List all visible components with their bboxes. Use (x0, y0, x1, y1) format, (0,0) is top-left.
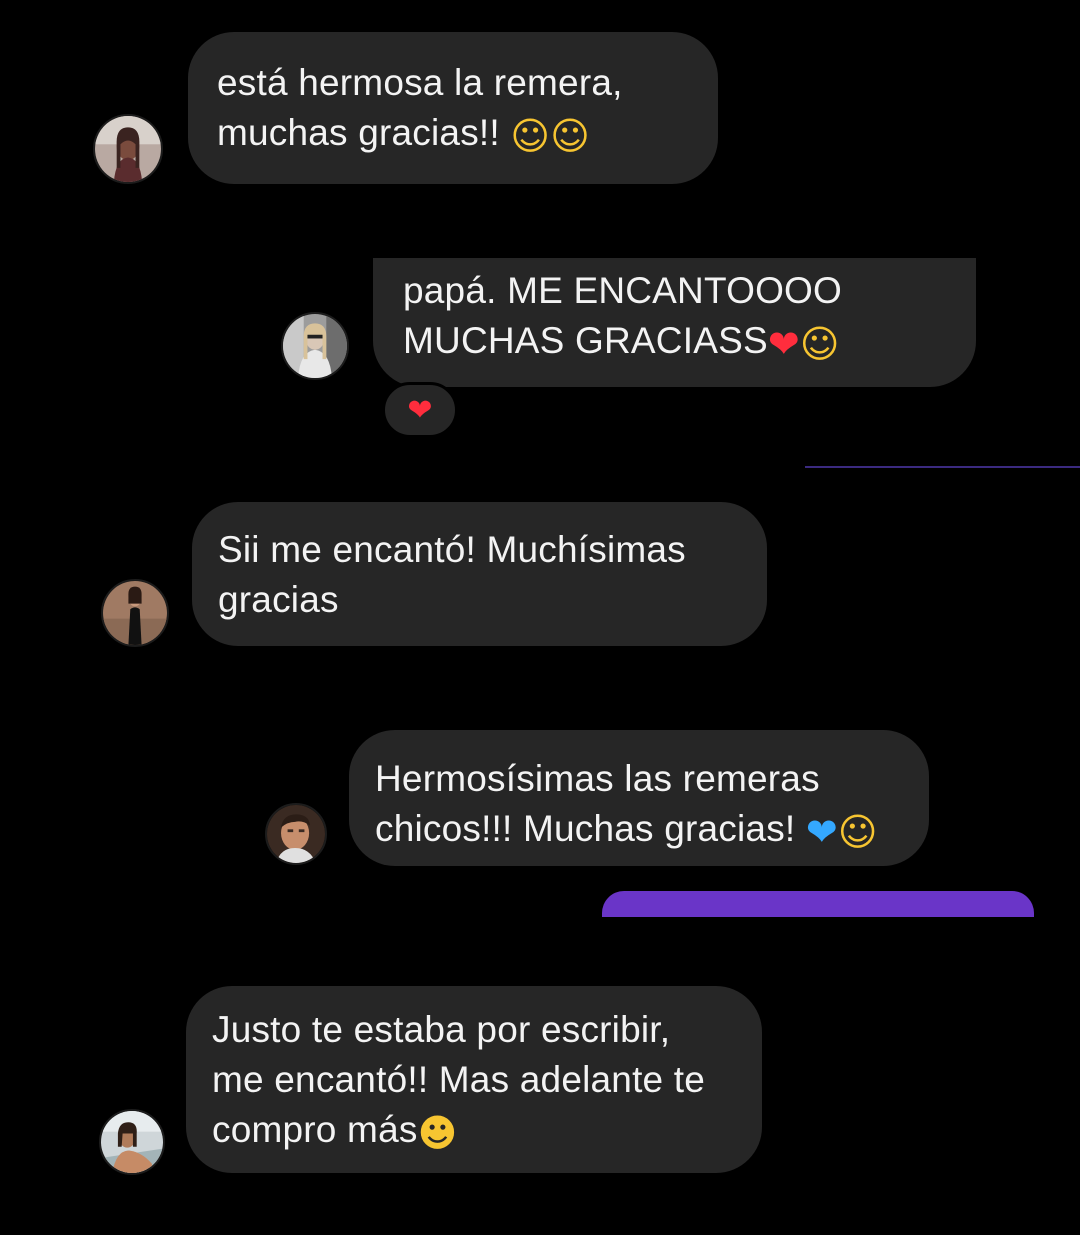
smiling-face-with-hearts-icon: ☺ (510, 114, 551, 158)
smiling-face-with-hearts-icon: ☺ (550, 114, 591, 158)
message-text: me encantó!! Mas adelante te (212, 1059, 706, 1100)
message-text: papá. ME ENCANTOOOO (403, 270, 843, 311)
message-text: chicos!!! Muchas gracias! (375, 808, 796, 849)
message-text: Justo te estaba por escribir, (212, 1009, 671, 1050)
avatar[interactable] (99, 1109, 165, 1175)
red-heart-icon: ❤ (407, 393, 433, 427)
message-text: muchas gracias!! (217, 112, 500, 153)
message-bubble[interactable]: Hermosísimas las remeras chicos!!! Mucha… (349, 730, 929, 866)
smiling-face-with-hearts-icon: ☺ (837, 810, 878, 854)
message-bubble[interactable]: Sii me encantó! Muchísimas gracias (192, 502, 767, 646)
smiling-face-with-hearts-icon: ☺ (799, 322, 840, 366)
message-bubble[interactable]: Justo te estaba por escribir, me encantó… (186, 986, 762, 1173)
message-bubble[interactable]: está hermosa la remera, muchas gracias!!… (188, 32, 718, 184)
message-text: Sii me encantó! Muchísimas (218, 529, 686, 570)
message-bubble[interactable]: papá. ME ENCANTOOOO MUCHAS GRACIASS❤☺ (373, 258, 976, 387)
message-bubble-partial[interactable] (602, 891, 1034, 917)
divider (805, 466, 1080, 468)
avatar[interactable] (265, 803, 327, 865)
message-text: gracias (218, 579, 339, 620)
avatar[interactable] (93, 114, 163, 184)
message-text: MUCHAS GRACIASS (403, 320, 768, 361)
reaction-badge[interactable]: ❤ (382, 382, 458, 438)
message-text: está hermosa la remera, (217, 62, 623, 103)
message-text: compro más (212, 1109, 418, 1150)
avatar[interactable] (281, 312, 349, 380)
avatar[interactable] (101, 579, 169, 647)
red-heart-icon: ❤ (767, 322, 800, 366)
blue-heart-icon: ❤ (805, 810, 838, 854)
message-text: Hermosísimas las remeras (375, 758, 820, 799)
smiling-face-with-heart-eyes-icon: ☻ (417, 1111, 458, 1155)
